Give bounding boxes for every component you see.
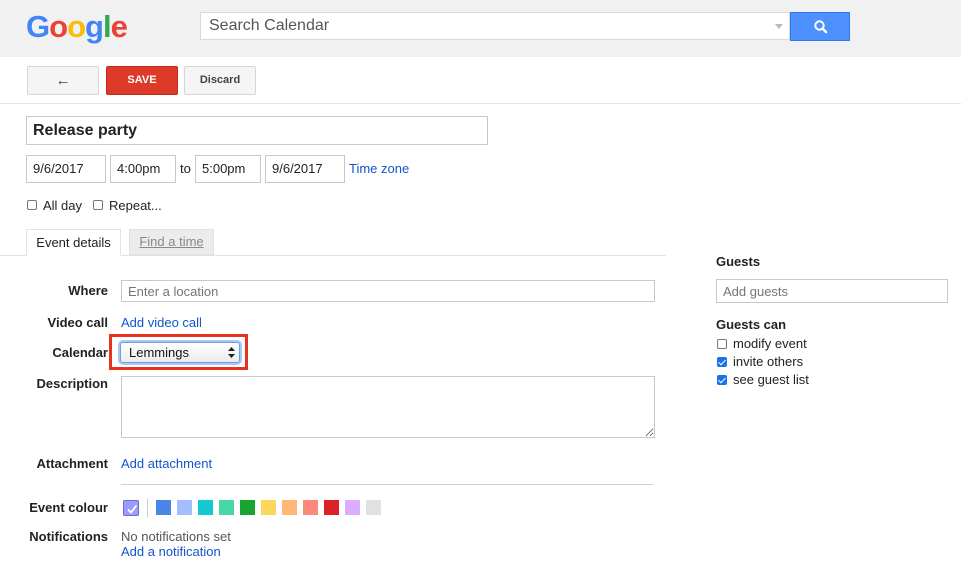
colour-swatch[interactable]	[345, 500, 360, 515]
all-day-checkbox[interactable]	[27, 200, 37, 210]
back-button[interactable]: ←	[27, 66, 99, 95]
permission-checkbox[interactable]	[717, 357, 727, 367]
calendar-select[interactable]: Lemmings	[120, 342, 240, 363]
search-input[interactable]	[201, 13, 777, 39]
add-guests-input[interactable]	[716, 279, 948, 303]
tab-event-details[interactable]: Event details	[26, 229, 121, 256]
description-textarea[interactable]	[121, 376, 655, 438]
event-title-input[interactable]: Release party	[26, 116, 488, 145]
select-arrows-icon	[228, 347, 235, 358]
check-icon	[127, 504, 138, 514]
add-attachment-link[interactable]: Add attachment	[121, 456, 212, 471]
permission-checkbox[interactable]	[717, 375, 727, 385]
to-label: to	[180, 161, 191, 176]
discard-button[interactable]: Discard	[184, 66, 256, 95]
back-arrow-icon: ←	[55, 72, 71, 89]
location-input[interactable]	[121, 280, 655, 302]
all-day-label: All day	[43, 198, 83, 213]
colour-swatch[interactable]	[282, 500, 297, 515]
permission-label: invite others	[733, 354, 804, 369]
search-options-icon[interactable]	[775, 24, 783, 29]
logo-letter: g	[85, 9, 104, 44]
divider	[121, 484, 653, 485]
colour-swatch[interactable]	[198, 500, 213, 515]
swatch-separator	[147, 499, 148, 517]
notifications-label: Notifications	[29, 529, 108, 544]
video-call-label: Video call	[47, 315, 108, 330]
calendar-select-value: Lemmings	[129, 345, 189, 360]
where-label: Where	[68, 283, 108, 298]
colour-swatch[interactable]	[303, 500, 318, 515]
save-button[interactable]: SAVE	[106, 66, 178, 95]
logo-letter: o	[67, 9, 86, 44]
guests-can-heading: Guests can	[716, 317, 787, 332]
toolbar-divider	[0, 103, 961, 104]
permission-checkbox[interactable]	[717, 339, 727, 349]
colour-swatch[interactable]	[261, 500, 276, 515]
search-box[interactable]	[200, 12, 790, 40]
notifications-value: No notifications set	[121, 529, 231, 544]
time-zone-link[interactable]: Time zone	[349, 161, 409, 176]
logo-letter: o	[49, 9, 68, 44]
logo-letter: l	[102, 9, 112, 44]
colour-swatch[interactable]	[366, 500, 381, 515]
guests-heading: Guests	[716, 254, 761, 269]
repeat-checkbox[interactable]	[93, 200, 103, 210]
add-video-call-link[interactable]: Add video call	[121, 315, 202, 330]
colour-swatch[interactable]	[324, 500, 339, 515]
colour-swatch[interactable]	[156, 500, 171, 515]
event-colour-label: Event colour	[29, 500, 108, 515]
description-label: Description	[36, 376, 108, 391]
colour-swatch[interactable]	[219, 500, 234, 515]
permission-label: modify event	[733, 336, 807, 351]
permission-label: see guest list	[733, 372, 809, 387]
search-icon	[814, 20, 828, 34]
calendar-label: Calendar	[52, 345, 108, 360]
google-logo[interactable]: Google	[26, 9, 128, 45]
logo-letter: G	[26, 9, 50, 44]
start-time-input[interactable]: 4:00pm	[110, 155, 176, 183]
search-button[interactable]	[790, 12, 850, 41]
start-date-input[interactable]: 9/6/2017	[26, 155, 106, 183]
attachment-label: Attachment	[36, 456, 108, 471]
colour-swatch[interactable]	[177, 500, 192, 515]
end-date-input[interactable]: 9/6/2017	[265, 155, 345, 183]
repeat-label: Repeat...	[109, 198, 162, 213]
add-notification-link[interactable]: Add a notification	[121, 544, 221, 559]
logo-letter: e	[110, 9, 128, 44]
selected-colour-swatch[interactable]	[123, 500, 139, 516]
colour-swatch[interactable]	[240, 500, 255, 515]
tab-find-a-time[interactable]: Find a time	[129, 229, 214, 255]
end-time-input[interactable]: 5:00pm	[195, 155, 261, 183]
